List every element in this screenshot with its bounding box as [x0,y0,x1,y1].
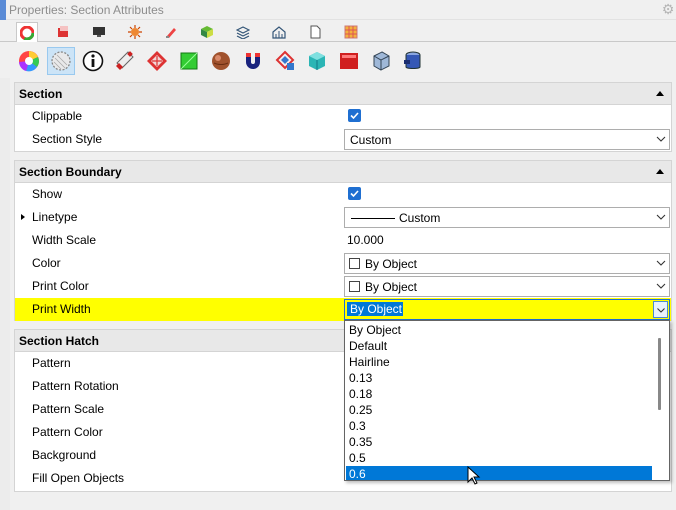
linetype-value: Custom [399,211,441,225]
bottle-icon[interactable] [111,47,139,75]
pattern-color-label: Pattern Color [32,425,103,439]
object-properties-toolbar [0,42,676,78]
row-show: Show [15,183,671,206]
tab-grid-icon[interactable] [340,22,362,42]
row-linetype: Linetype Custom [15,206,671,229]
frame-icon[interactable] [367,47,395,75]
row-print-width: Print Width By Object [15,298,671,321]
section-hatch-title: Section Hatch [19,334,100,348]
left-edge [0,78,10,510]
decal-icon[interactable] [271,47,299,75]
pattern-label: Pattern [32,356,71,370]
row-print-color: Print Color By Object [15,275,671,298]
clippable-checkbox[interactable] [348,109,361,122]
color-select[interactable]: By Object [344,253,670,274]
print-color-swatch [349,281,360,292]
dropdown-option[interactable]: 0.18 [346,386,652,402]
background-label: Background [32,448,97,462]
color-label: Color [32,256,61,270]
color-wheel-icon[interactable] [15,47,43,75]
title-bar: Properties: Section Attributes ⚙ [0,0,676,20]
chevron-down-icon [656,283,666,289]
dropdown-option[interactable]: Default [346,338,652,354]
tab-light-icon[interactable] [124,22,146,42]
section-boundary-title: Section Boundary [19,165,122,179]
dropdown-option[interactable]: 0.3 [346,418,652,434]
tab-layers-icon[interactable] [52,22,74,42]
chevron-down-icon [656,260,666,266]
collapse-caret-icon[interactable] [656,169,664,174]
fill-open-objects-label: Fill Open Objects [32,471,125,485]
chevron-down-icon [656,136,666,142]
collapse-caret-icon[interactable] [656,91,664,96]
dropdown-option[interactable]: Hairline [346,354,652,370]
section-hatch-icon[interactable] [47,47,75,75]
row-clippable: Clippable [15,105,671,128]
tab-display-icon[interactable] [88,22,110,42]
linetype-preview [351,218,395,219]
section-style-select[interactable]: Custom [344,129,670,150]
tab-paint-bucket-icon[interactable] [160,22,182,42]
print-width-dropdown: By Object Default Hairline 0.13 0.18 0.2… [344,320,670,481]
ball-icon[interactable] [207,47,235,75]
print-color-value: By Object [365,280,418,294]
width-scale-value[interactable]: 10.000 [347,233,384,247]
tab-house-icon[interactable] [268,22,290,42]
print-width-label: Print Width [32,302,91,316]
dropdown-option[interactable]: 0.13 [346,370,652,386]
clippable-label: Clippable [32,109,83,123]
tab-material-icon[interactable] [196,22,218,42]
mouse-pointer-icon [467,466,481,485]
print-width-select[interactable]: By Object [344,299,670,320]
section-panel: Section Clippable Section Style Custom [14,82,672,152]
print-width-value: By Object [347,302,404,316]
tab-bar [0,20,676,43]
row-section-style: Section Style Custom [15,128,671,151]
dropdown-scrollbar[interactable] [652,322,668,479]
tab-layer-stack-icon[interactable] [232,22,254,42]
section-header[interactable]: Section [15,83,671,105]
info-icon[interactable] [79,47,107,75]
dropdown-option[interactable]: By Object [346,322,652,338]
dropdown-option[interactable]: 0.5 [346,450,652,466]
color-value: By Object [365,257,418,271]
row-width-scale: Width Scale 10.000 [15,229,671,252]
cube-icon[interactable] [303,47,331,75]
pattern-scale-label: Pattern Scale [32,402,105,416]
dropdown-button[interactable] [653,301,668,318]
chevron-down-icon [656,214,666,220]
chevron-down-icon [656,307,665,313]
dropdown-option[interactable]: 0.35 [346,434,652,450]
tab-page-icon[interactable] [304,22,326,42]
section-header-title: Section [19,87,63,101]
section-style-value: Custom [350,133,392,147]
texture-icon[interactable] [143,47,171,75]
dropdown-option[interactable]: 0.25 [346,402,652,418]
row-color: Color By Object [15,252,671,275]
magnet-icon[interactable] [239,47,267,75]
section-boundary-panel: Section Boundary Show Linetype Custom Wi… [14,160,672,321]
width-scale-label: Width Scale [32,233,97,247]
dropdown-option-selected[interactable]: 0.6 [346,466,652,480]
green-square-icon[interactable] [175,47,203,75]
scrollbar-thumb[interactable] [658,338,661,410]
print-color-label: Print Color [32,279,89,293]
cylinder-icon[interactable] [399,47,427,75]
gear-icon[interactable]: ⚙ [661,2,675,16]
pattern-rotation-label: Pattern Rotation [32,379,119,393]
tab-color-wheel-icon[interactable] [16,22,38,43]
show-checkbox[interactable] [348,187,361,200]
expand-arrow-icon[interactable] [21,214,25,220]
section-boundary-header[interactable]: Section Boundary [15,161,671,183]
window-edge-strip [0,0,6,20]
red-box-icon[interactable] [335,47,363,75]
show-label: Show [32,187,63,201]
section-style-label: Section Style [32,132,103,146]
linetype-label: Linetype [32,210,78,224]
window-title: Properties: Section Attributes [9,3,164,17]
color-swatch [349,258,360,269]
print-color-select[interactable]: By Object [344,276,670,297]
linetype-select[interactable]: Custom [344,207,670,228]
